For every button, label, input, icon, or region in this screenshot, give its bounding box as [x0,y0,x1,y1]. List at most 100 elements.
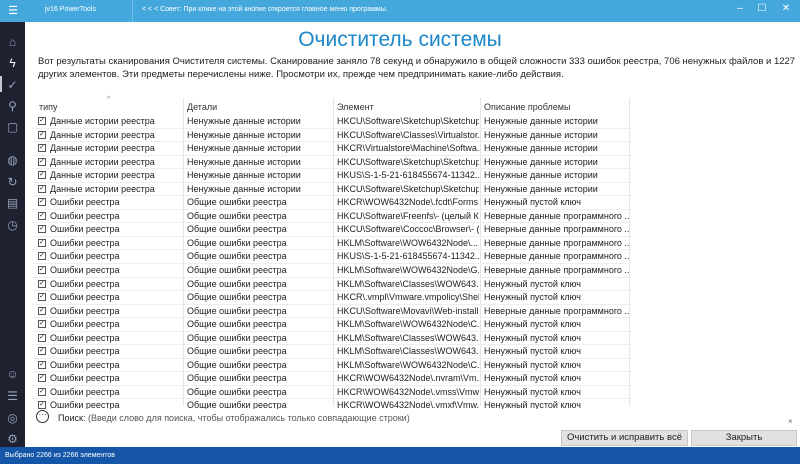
table-row[interactable]: ✓ Данные истории реестра Ненужные данные и… [33,183,631,197]
column-header-type[interactable]: типу [39,102,58,115]
cell-description: Ненужный пустой ключ [484,197,581,208]
minimize-button[interactable]: – [730,3,750,14]
row-checkbox[interactable]: ✓ [38,401,46,409]
row-checkbox[interactable]: ✓ [38,184,46,193]
cell-description: Неверные данные программного ... [484,210,629,221]
globe-icon[interactable]: ◍ [4,152,21,169]
search-options-icon[interactable]: ··· [36,410,49,423]
row-checkbox[interactable]: ✓ [38,144,46,153]
table-row[interactable]: ✓ Данные истории реестра Ненужные данные и… [33,115,631,129]
table-row[interactable]: ✓ Данные истории реестра Ненужные данные и… [33,142,631,156]
table-row[interactable]: ✓ Ошибки реестра Общие ошибки реестра HKLM\… [33,332,631,346]
results-table: ✓ Данные истории реестра Ненужные данные и… [33,115,631,409]
close-window-button[interactable]: ✕ [776,3,796,14]
table-row[interactable]: ✓ Ошибки реестра Общие ошибки реестра HKCR\… [33,372,631,386]
refresh-icon[interactable]: ↻ [4,174,21,191]
row-checkbox[interactable]: ✓ [38,293,46,302]
clock-icon[interactable]: ◷ [4,217,21,234]
table-row[interactable]: ✓ Ошибки реестра Общие ошибки реестра HKUS\… [33,250,631,265]
cell-description: Ненужные данные истории [484,183,598,194]
table-row[interactable]: ✓ Ошибки реестра Общие ошибки реестра HKCU\… [33,223,631,237]
table-row[interactable]: ✓ Ошибки реестра Общие ошибки реестра HKCR\… [33,386,631,400]
row-checkbox[interactable]: ✓ [38,252,46,261]
cell-details: Ненужные данные истории [187,170,301,181]
page-title: Очиститель системы [298,28,502,51]
help-icon[interactable]: ◎ [4,410,21,427]
column-header-details[interactable]: Детали [187,102,217,115]
table-row[interactable]: ✓ Ошибки реестра Общие ошибки реестра HKLM\… [33,359,631,373]
row-checkbox[interactable]: ✓ [38,238,46,247]
table-row[interactable]: ✓ Ошибки реестра Общие ошибки реестра HKLM\… [33,264,631,278]
clipboard-search-icon[interactable]: ▤ [4,195,21,212]
row-checkbox[interactable]: ✓ [38,198,46,207]
cell-element: HKCR\WOW6432Node\.fcdt\Forms... [337,197,479,208]
table-row[interactable]: ✓ Ошибки реестра Общие ошибки реестра HKLM\… [33,278,631,292]
cell-element: HKLM\Software\WOW6432Node\... [337,237,479,248]
cell-type: Данные истории реестра [50,183,155,194]
table-row[interactable]: ✓ Ошибки реестра Общие ошибки реестра HKCR\… [33,291,631,305]
cell-type: Ошибки реестра [50,251,120,262]
fix-all-button[interactable]: Очистить и исправить всё [561,430,688,446]
row-checkbox[interactable]: ✓ [38,171,46,180]
row-checkbox[interactable]: ✓ [38,117,46,125]
row-checkbox[interactable]: ✓ [38,211,46,220]
table-row[interactable]: ✓ Ошибки реестра Общие ошибки реестра HKLM\… [33,345,631,359]
table-row[interactable]: ✓ Ошибки реестра Общие ошибки реестра HKLM\… [33,237,631,251]
cell-details: Общие ошибки реестра [187,251,287,262]
cell-description: Ненужный пустой ключ [484,400,581,409]
row-checkbox[interactable]: ✓ [38,157,46,166]
cell-type: Ошибки реестра [50,237,120,248]
cell-description: Ненужный пустой ключ [484,319,581,330]
cell-element: HKCR\WOW6432Node\.nvram\Vm... [337,373,479,384]
lightning-icon[interactable]: ϟ [4,55,21,72]
table-row[interactable]: ✓ Данные истории реестра Ненужные данные и… [33,169,631,183]
cell-element: HKCR\WOW6432Node\.vmss\Vmw... [337,386,479,397]
cell-description: Неверные данные программного ... [484,224,629,235]
row-checkbox[interactable]: ✓ [38,360,46,369]
row-checkbox[interactable]: ✓ [38,333,46,342]
search-input[interactable]: (Введи слово для поиска, чтобы отображал… [88,413,488,423]
main-menu-button[interactable]: ☰ [0,0,26,22]
clear-search-button[interactable]: × [788,417,793,426]
row-checkbox[interactable]: ✓ [38,225,46,234]
table-row[interactable]: ✓ Ошибки реестра Общие ошибки реестра HKCU\… [33,210,631,224]
table-row[interactable]: ✓ Данные истории реестра Ненужные данные и… [33,156,631,170]
column-header-description[interactable]: Описание проблемы [484,102,570,115]
cell-type: Ошибки реестра [50,265,120,276]
table-row[interactable]: ✓ Ошибки реестра Общие ошибки реестра HKLM\… [33,318,631,332]
cell-details: Общие ошибки реестра [187,400,287,409]
cell-details: Общие ошибки реестра [187,197,287,208]
check-circle-icon[interactable]: ✓ [4,77,21,94]
row-checkbox[interactable]: ✓ [38,130,46,139]
cell-type: Ошибки реестра [50,210,120,221]
row-checkbox[interactable]: ✓ [38,306,46,315]
tip-text: < < < Совет: При клике на этой кнопке от… [142,6,388,13]
table-row[interactable]: ✓ Ошибки реестра Общие ошибки реестра HKCR\… [33,196,631,210]
row-checkbox[interactable]: ✓ [38,266,46,275]
gear-icon[interactable]: ⚙ [4,431,21,448]
table-row[interactable]: ✓ Данные истории реестра Ненужные данные и… [33,129,631,143]
search-icon[interactable]: ⚲ [4,98,21,115]
row-checkbox[interactable]: ✓ [38,320,46,329]
scan-summary: Вот результаты сканирования Очистителя с… [38,56,796,80]
row-checkbox[interactable]: ✓ [38,347,46,356]
table-row[interactable]: ✓ Ошибки реестра Общие ошибки реестра HKCR\… [33,399,631,409]
chat-icon[interactable]: ☰ [4,388,21,405]
file-search-icon[interactable]: ▢ [4,119,21,136]
row-checkbox[interactable]: ✓ [38,279,46,288]
row-checkbox[interactable]: ✓ [38,374,46,383]
cell-element: HKUS\S-1-5-21-618455674-11342... [337,251,479,262]
maximize-button[interactable]: ☐ [752,3,772,14]
close-button[interactable]: Закрыть [691,430,797,446]
cell-type: Данные истории реестра [50,170,155,181]
cell-description: Ненужные данные истории [484,170,598,181]
table-row[interactable]: ✓ Ошибки реестра Общие ошибки реестра HKCU\… [33,305,631,319]
cell-description: Ненужные данные истории [484,156,598,167]
search-label: Поиск: [58,413,86,423]
cell-description: Неверные данные программного ... [484,251,629,262]
cell-details: Общие ошибки реестра [187,265,287,276]
user-icon[interactable]: ☺ [4,366,21,383]
column-header-element[interactable]: Элемент [337,102,374,115]
row-checkbox[interactable]: ✓ [38,387,46,396]
cell-description: Ненужный пустой ключ [484,292,581,303]
